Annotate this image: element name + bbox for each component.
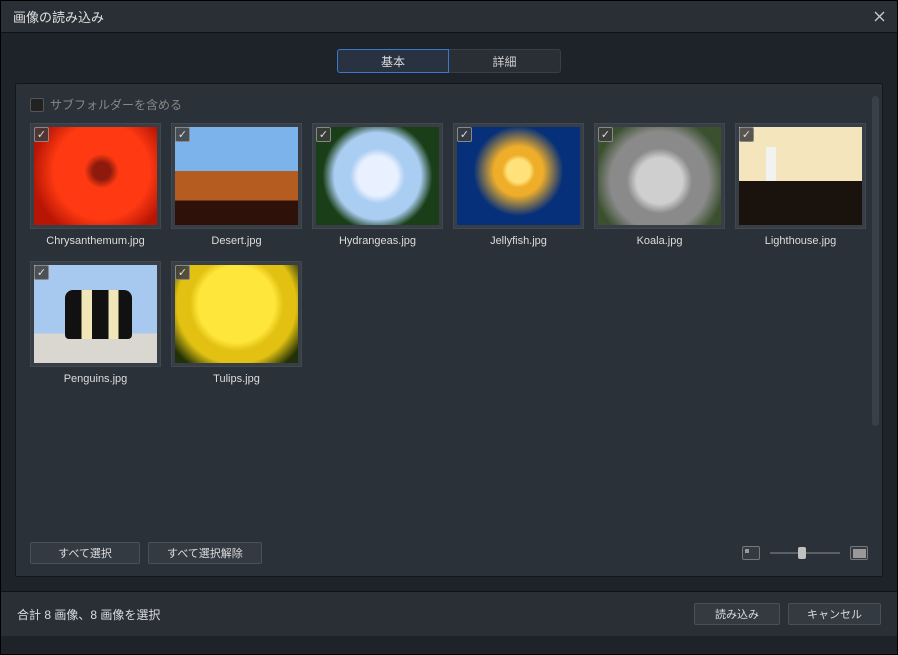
selection-buttons: すべて選択 すべて選択解除 <box>30 542 262 564</box>
thumbnail[interactable]: ✓ Penguins.jpg <box>30 261 161 389</box>
thumbnail[interactable]: ✓ Lighthouse.jpg <box>735 123 866 251</box>
content-panel: サブフォルダーを含める ✓ Chrysanthemum.jpg ✓ Desert.jp… <box>15 83 883 577</box>
thumbnail[interactable]: ✓ Koala.jpg <box>594 123 725 251</box>
thumbnail-image <box>175 265 298 363</box>
thumbnail[interactable]: ✓ Tulips.jpg <box>171 261 302 389</box>
zoom-control <box>742 546 868 560</box>
thumbnail-frame: ✓ <box>453 123 584 229</box>
deselect-all-button[interactable]: すべて選択解除 <box>148 542 262 564</box>
thumbnail-label: Koala.jpg <box>594 235 725 251</box>
gallery-footer: すべて選択 すべて選択解除 <box>30 542 868 564</box>
thumbnail-frame: ✓ <box>171 261 302 367</box>
zoom-large-icon[interactable] <box>850 546 868 560</box>
close-icon <box>874 11 885 22</box>
thumbnail-frame: ✓ <box>30 123 161 229</box>
thumbnail[interactable]: ✓ Hydrangeas.jpg <box>312 123 443 251</box>
thumbnail-label: Penguins.jpg <box>30 373 161 389</box>
thumbnail[interactable]: ✓ Desert.jpg <box>171 123 302 251</box>
select-all-button[interactable]: すべて選択 <box>30 542 140 564</box>
zoom-small-icon[interactable] <box>742 546 760 560</box>
thumbnail-label: Chrysanthemum.jpg <box>30 235 161 251</box>
thumbnail-checkbox[interactable]: ✓ <box>175 265 190 280</box>
thumbnail-image <box>739 127 862 225</box>
dialog-footer: 合計 8 画像、8 画像を選択 読み込み キャンセル <box>1 591 897 636</box>
zoom-knob[interactable] <box>798 547 806 559</box>
thumbnail-frame: ✓ <box>171 123 302 229</box>
thumbnail-frame: ✓ <box>594 123 725 229</box>
thumbnail-checkbox[interactable]: ✓ <box>34 265 49 280</box>
close-button[interactable] <box>861 1 897 33</box>
thumbnail[interactable]: ✓ Jellyfish.jpg <box>453 123 584 251</box>
thumbnail-image <box>316 127 439 225</box>
zoom-slider[interactable] <box>770 546 840 560</box>
thumbnail-frame: ✓ <box>312 123 443 229</box>
thumbnail-frame: ✓ <box>735 123 866 229</box>
thumbnail-image <box>598 127 721 225</box>
thumbnail-label: Desert.jpg <box>171 235 302 251</box>
cancel-button[interactable]: キャンセル <box>788 603 881 625</box>
subfolder-checkbox[interactable] <box>30 98 44 112</box>
thumbnail-label: Tulips.jpg <box>171 373 302 389</box>
titlebar: 画像の読み込み <box>1 1 897 33</box>
thumbnail-image <box>34 265 157 363</box>
window-title: 画像の読み込み <box>13 7 104 26</box>
action-buttons: 読み込み キャンセル <box>694 603 881 625</box>
import-button[interactable]: 読み込み <box>694 603 780 625</box>
tab-detail[interactable]: 詳細 <box>449 49 561 73</box>
thumbnail-checkbox[interactable]: ✓ <box>34 127 49 142</box>
thumbnail-checkbox[interactable]: ✓ <box>598 127 613 142</box>
thumbnail-image <box>457 127 580 225</box>
thumbnail-checkbox[interactable]: ✓ <box>316 127 331 142</box>
status-text: 合計 8 画像、8 画像を選択 <box>17 606 160 623</box>
thumbnail-image <box>175 127 298 225</box>
tab-basic[interactable]: 基本 <box>337 49 449 73</box>
thumbnail-label: Lighthouse.jpg <box>735 235 866 251</box>
thumbnail-checkbox[interactable]: ✓ <box>457 127 472 142</box>
image-gallery: ✓ Chrysanthemum.jpg ✓ Desert.jpg ✓ Hydrangeas… <box>30 123 868 389</box>
subfolder-row: サブフォルダーを含める <box>30 96 868 113</box>
thumbnail[interactable]: ✓ Chrysanthemum.jpg <box>30 123 161 251</box>
thumbnail-checkbox[interactable]: ✓ <box>175 127 190 142</box>
thumbnail-image <box>34 127 157 225</box>
tab-bar: 基本 詳細 <box>1 33 897 83</box>
scrollbar[interactable] <box>872 96 879 426</box>
thumbnail-label: Hydrangeas.jpg <box>312 235 443 251</box>
thumbnail-label: Jellyfish.jpg <box>453 235 584 251</box>
thumbnail-frame: ✓ <box>30 261 161 367</box>
subfolder-label: サブフォルダーを含める <box>50 96 182 113</box>
thumbnail-checkbox[interactable]: ✓ <box>739 127 754 142</box>
